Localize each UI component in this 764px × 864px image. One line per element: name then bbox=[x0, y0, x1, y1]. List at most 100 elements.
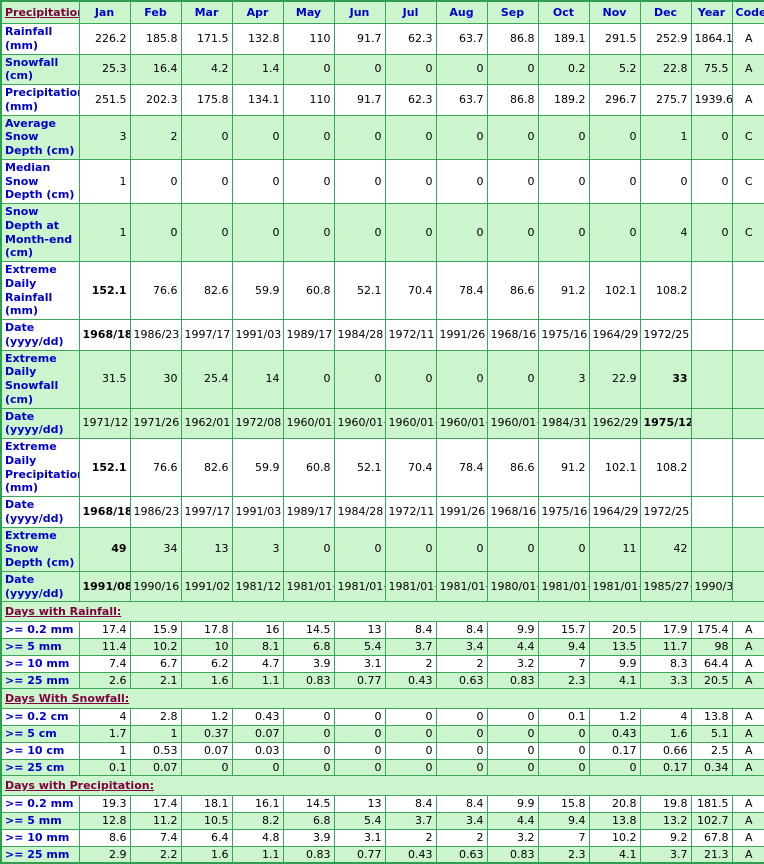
cell-apr: 1.1 bbox=[231, 671, 284, 690]
cell-aug: 1960/01+ bbox=[435, 407, 488, 439]
section-label: Days with Precipitation: bbox=[0, 775, 764, 797]
cell-dec: 4 bbox=[639, 708, 692, 726]
cell-year bbox=[690, 349, 733, 409]
row-label: Extreme Snow Depth (cm) bbox=[0, 526, 80, 572]
cell-mar: 0 bbox=[180, 758, 233, 777]
cell-nov: 5.2 bbox=[588, 53, 641, 85]
cell-aug: 3.4 bbox=[435, 638, 488, 656]
cell-jul: 0 bbox=[384, 53, 437, 85]
column-header-oct: Oct bbox=[537, 0, 590, 24]
cell-may: 0.83 bbox=[282, 845, 335, 864]
cell-apr: 0 bbox=[231, 114, 284, 160]
cell-oct: 1981/01+ bbox=[537, 570, 590, 603]
cell-oct: 1984/31 bbox=[537, 407, 590, 439]
cell-feb: 15.9 bbox=[129, 621, 182, 639]
cell-apr: 14 bbox=[231, 349, 284, 409]
cell-mar: 171.5 bbox=[180, 23, 233, 55]
cell-oct: 0 bbox=[537, 114, 590, 160]
cell-jun: 5.4 bbox=[333, 638, 386, 656]
cell-apr: 1981/12 bbox=[231, 570, 284, 603]
cell-year bbox=[690, 261, 733, 320]
cell-aug: 63.7 bbox=[435, 84, 488, 116]
cell-nov: 4.1 bbox=[588, 671, 641, 690]
cell-year: 0 bbox=[690, 203, 733, 262]
cell-jan: 11.4 bbox=[78, 638, 131, 656]
cell-dec: 8.3 bbox=[639, 654, 692, 673]
row-label: Median Snow Depth (cm) bbox=[0, 158, 80, 205]
cell-nov: 4.1 bbox=[588, 845, 641, 864]
cell-jul: 1981/01+ bbox=[384, 570, 437, 603]
cell-oct: 0 bbox=[537, 741, 590, 760]
cell-aug: 0 bbox=[435, 158, 488, 205]
cell-sep: 1968/16 bbox=[486, 496, 539, 528]
row-label: Extreme Daily Rainfall (mm) bbox=[0, 261, 80, 320]
table-row: Date (yyyy/dd) 1968/18 1986/23 1997/17 1991/… bbox=[0, 496, 764, 528]
cell-jan: 17.4 bbox=[78, 621, 131, 639]
cell-jun: 1984/28 bbox=[333, 319, 386, 351]
table-row: >= 25 mm 2.9 2.2 1.6 1.1 0.83 0.77 0.43 0.63 0.83… bbox=[0, 845, 764, 864]
cell-feb: 185.8 bbox=[129, 23, 182, 55]
table-row: >= 0.2 mm 17.4 15.9 17.8 16 14.5 13 8.4 8.4 9.9 15… bbox=[0, 621, 764, 639]
cell-nov: 11 bbox=[588, 526, 641, 572]
cell-may: 110 bbox=[282, 84, 335, 116]
cell-dec: 11.7 bbox=[639, 638, 692, 656]
cell-aug: 0 bbox=[435, 708, 488, 726]
cell-aug: 0.63 bbox=[435, 671, 488, 690]
cell-code bbox=[731, 319, 764, 351]
cell-mar: 1.6 bbox=[180, 845, 233, 864]
cell-apr: 8.1 bbox=[231, 638, 284, 656]
cell-oct: 0 bbox=[537, 758, 590, 777]
cell-year: 13.8 bbox=[690, 708, 733, 726]
section-label: Days With Snowfall: bbox=[0, 688, 764, 710]
table-row: Median Snow Depth (cm) 1 0 0 0 0 0 0 0 0 0 0 0 0 C bbox=[0, 158, 764, 205]
cell-aug: 0 bbox=[435, 53, 488, 85]
column-header-mar: Mar bbox=[180, 0, 233, 24]
cell-dec: 4 bbox=[639, 203, 692, 262]
cell-may: 0 bbox=[282, 741, 335, 760]
cell-code bbox=[731, 261, 764, 320]
cell-jan: 1.7 bbox=[78, 725, 131, 743]
cell-apr: 132.8 bbox=[231, 23, 284, 55]
cell-year: 181.5 bbox=[690, 795, 733, 813]
cell-dec: 3.3 bbox=[639, 671, 692, 690]
cell-may: 0 bbox=[282, 158, 335, 205]
cell-may: 14.5 bbox=[282, 795, 335, 813]
cell-nov: 13.5 bbox=[588, 638, 641, 656]
cell-code bbox=[731, 438, 764, 497]
cell-apr: 0 bbox=[231, 758, 284, 777]
cell-jan: 7.4 bbox=[78, 654, 131, 673]
cell-jun: 0 bbox=[333, 158, 386, 205]
table-row: >= 25 mm 2.6 2.1 1.6 1.1 0.83 0.77 0.43 0.63 0.83… bbox=[0, 671, 764, 690]
cell-year bbox=[690, 496, 733, 528]
cell-may: 0 bbox=[282, 708, 335, 726]
cell-aug: 1991/26 bbox=[435, 496, 488, 528]
cell-year: 175.4 bbox=[690, 621, 733, 639]
cell-aug: 8.4 bbox=[435, 795, 488, 813]
cell-oct: 0 bbox=[537, 158, 590, 205]
cell-oct: 3 bbox=[537, 349, 590, 409]
cell-sep: 0 bbox=[486, 114, 539, 160]
cell-jan: 152.1 bbox=[78, 438, 131, 497]
cell-year: 20.5 bbox=[690, 671, 733, 690]
cell-code: A bbox=[731, 725, 764, 743]
cell-jun: 1981/01+ bbox=[333, 570, 386, 603]
cell-jun: 13 bbox=[333, 621, 386, 639]
cell-sep: 0 bbox=[486, 741, 539, 760]
cell-nov: 0.17 bbox=[588, 741, 641, 760]
cell-jul: 62.3 bbox=[384, 84, 437, 116]
table-row: Date (yyyy/dd) 1991/08 1990/16 1991/02 1981/… bbox=[0, 570, 764, 603]
cell-sep: 1968/16 bbox=[486, 319, 539, 351]
cell-mar: 25.4 bbox=[180, 349, 233, 409]
cell-apr: 0.07 bbox=[231, 725, 284, 743]
row-label: Average Snow Depth (cm) bbox=[0, 114, 80, 160]
cell-jan: 2.6 bbox=[78, 671, 131, 690]
cell-oct: 15.7 bbox=[537, 621, 590, 639]
cell-feb: 10.2 bbox=[129, 638, 182, 656]
cell-may: 60.8 bbox=[282, 438, 335, 497]
cell-code bbox=[731, 407, 764, 439]
cell-sep: 86.8 bbox=[486, 84, 539, 116]
cell-jan: 1968/18 bbox=[78, 496, 131, 528]
cell-jul: 0 bbox=[384, 158, 437, 205]
cell-year: 5.1 bbox=[690, 725, 733, 743]
table-row: Date (yyyy/dd) 1971/12 1971/26 1962/01 1972/… bbox=[0, 407, 764, 439]
